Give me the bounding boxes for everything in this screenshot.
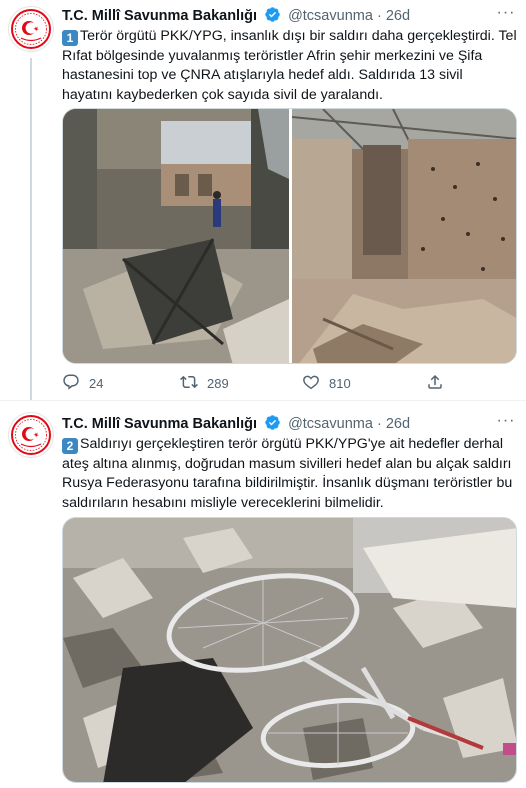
share-icon: [426, 373, 444, 394]
media-photo-bicycle-rubble[interactable]: [62, 517, 517, 783]
like-button[interactable]: 810: [302, 372, 351, 394]
reply-button[interactable]: 24: [62, 372, 103, 394]
like-count: 810: [329, 375, 351, 391]
media-photo-damaged-corridor[interactable]: [291, 109, 517, 364]
retweet-button[interactable]: 289: [180, 372, 229, 394]
tweet-media-grid: [62, 108, 517, 364]
more-icon[interactable]: ···: [496, 413, 516, 434]
reply-icon: [62, 373, 80, 394]
tweet-text-content: Terör örgütü PKK/YPG, insanlık dışı bir …: [62, 28, 517, 103]
reply-count: 24: [89, 375, 104, 391]
tweet-time[interactable]: 26d: [386, 8, 410, 24]
keycap-one-icon: 1: [62, 30, 78, 46]
retweet-count: 289: [207, 375, 229, 391]
separator-dot: ·: [376, 8, 382, 24]
tweet-1[interactable]: T.C. Millî Savunma Bakanlığı @tcsavunma …: [0, 0, 526, 400]
tweet-header: T.C. Millî Savunma Bakanlığı @tcsavunma …: [62, 414, 410, 434]
media-photo-destroyed-room[interactable]: [63, 109, 289, 364]
share-button[interactable]: [426, 372, 444, 394]
verified-badge-icon: [264, 6, 281, 29]
tweet-text: 1 Terör örgütü PKK/YPG, insanlık dışı bir…: [62, 27, 517, 105]
tweet-time[interactable]: 26d: [386, 416, 410, 432]
author-name[interactable]: T.C. Millî Savunma Bakanlığı: [62, 8, 257, 24]
tweet-2[interactable]: T.C. Millî Savunma Bakanlığı @tcsavunma …: [0, 400, 526, 788]
thread-connector: [30, 58, 32, 400]
more-icon[interactable]: ···: [496, 5, 516, 26]
verified-badge-icon: [264, 414, 281, 437]
tweet-text: 2 Saldırıyı gerçekleştiren terör örgütü P…: [62, 435, 517, 513]
tweet-actions: 24 289 810: [62, 372, 462, 394]
tweet-text-content: Saldırıyı gerçekleştiren terör örgütü PK…: [62, 436, 513, 511]
retweet-icon: [180, 373, 198, 394]
author-name[interactable]: T.C. Millî Savunma Bakanlığı: [62, 416, 257, 432]
avatar-ministry-logo-icon[interactable]: [8, 412, 54, 458]
avatar-ministry-logo-icon[interactable]: [8, 6, 54, 52]
author-handle[interactable]: @tcsavunma: [288, 416, 373, 432]
tweet-header: T.C. Millî Savunma Bakanlığı @tcsavunma …: [62, 6, 410, 26]
separator-dot: ·: [376, 416, 382, 432]
author-handle[interactable]: @tcsavunma: [288, 8, 373, 24]
keycap-two-icon: 2: [62, 438, 78, 454]
like-icon: [302, 373, 320, 394]
